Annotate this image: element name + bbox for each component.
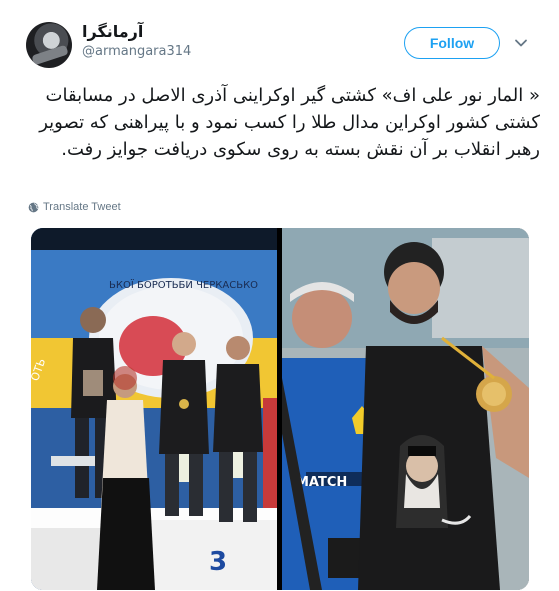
portrait-photo[interactable]: MATCH [282,228,529,590]
shirt-text: MATCH [296,475,347,490]
translate-label[interactable]: Translate Tweet [43,201,121,213]
tweet-media: ЬКОЇ БОРОТЬБИ ЧЕРКАСЬКО ОТЬ 3 MATCH [31,228,529,590]
podium-photo[interactable]: ЬКОЇ БОРОТЬБИ ЧЕРКАСЬКО ОТЬ 3 [31,228,277,590]
translate-tweet-link[interactable]: Translate Tweet [28,201,121,213]
podium-number: 3 [209,547,227,577]
display-name[interactable]: آرمانگرا [82,22,191,41]
banner-text: ЬКОЇ БОРОТЬБИ ЧЕРКАСЬКО [109,278,258,291]
chevron-down-icon[interactable] [514,36,528,50]
avatar[interactable] [26,22,72,68]
podium-image: ЬКОЇ БОРОТЬБИ ЧЕРКАСЬКО ОТЬ 3 [31,228,277,590]
tweet-text: « المار نور علی اف» کشتی گیر اوکراینی آذ… [39,85,540,160]
follow-button[interactable]: Follow [404,27,500,59]
tweet-header: آرمانگرا @armangara314 Follow [0,0,559,80]
globe-icon [28,202,39,212]
user-handle[interactable]: @armangara314 [82,44,191,59]
portrait-image: MATCH [282,228,529,590]
user-info: آرمانگرا @armangara314 [82,22,191,59]
